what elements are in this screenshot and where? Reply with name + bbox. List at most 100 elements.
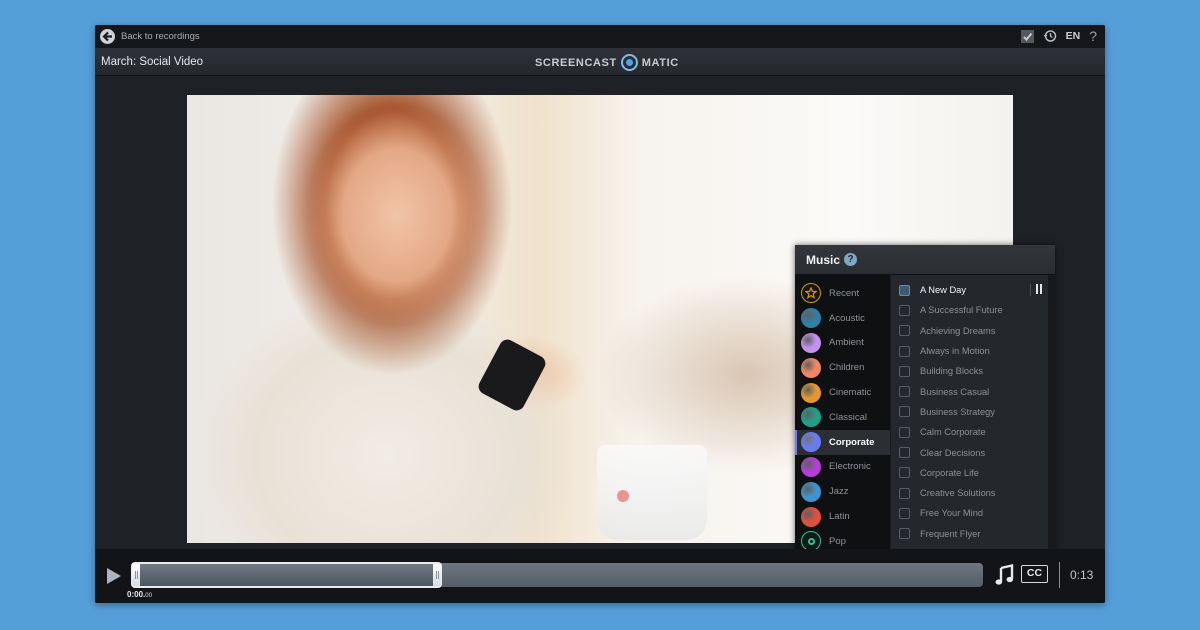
music-category-electronic[interactable]: Electronic [795,455,890,480]
language-selector[interactable]: EN [1066,30,1081,42]
music-track-item[interactable]: A New Day [891,280,1048,300]
pause-icon[interactable] [1030,284,1042,296]
track-checkbox[interactable] [899,345,910,357]
video-scene-cup [597,445,707,540]
music-category-latin[interactable]: Latin [795,504,890,529]
track-label: A New Day [920,285,966,296]
music-help-icon[interactable]: ? [844,253,857,266]
acoustic-thumb-icon [801,308,821,329]
music-category-label: Jazz [829,486,849,498]
music-track-item[interactable]: Free Your Mind [891,503,1048,523]
music-track-item[interactable]: Always in Motion [891,341,1048,361]
track-label: Corporate Life [920,467,979,478]
track-checkbox[interactable] [899,365,910,377]
children-thumb-icon [801,357,821,378]
timeline-selection[interactable] [131,562,442,588]
music-category-label: Recent [829,287,860,299]
player-controls: 0:00.00 CC 0:13 [95,549,1105,603]
track-checkbox[interactable] [899,467,910,479]
history-icon[interactable] [1043,29,1057,43]
music-category-recent[interactable]: Recent [795,281,890,306]
back-label: Back to recordings [121,31,200,42]
selection-end-handle[interactable] [433,564,441,586]
top-bar: Back to recordings EN ? [95,25,1105,48]
star-ring-icon [801,283,821,304]
closed-captions-button[interactable]: CC [1021,565,1048,583]
music-category-cinematic[interactable]: Cinematic [795,380,890,405]
track-checkbox[interactable] [899,507,910,519]
music-track-item[interactable]: A Successful Future [891,300,1048,320]
music-category-children[interactable]: Children [795,355,890,380]
track-checkbox[interactable] [899,406,910,418]
track-checkbox[interactable] [899,304,910,316]
track-label: Free Your Mind [920,508,984,519]
track-label: Business Casual [920,386,990,397]
editor-window: Back to recordings EN ? March: Social Vi… [95,25,1105,603]
track-checkbox[interactable] [899,528,910,540]
music-track-item[interactable]: Creative Solutions [891,483,1048,503]
logo-text-right: MATIC [641,56,679,69]
ambient-thumb-icon [801,332,821,353]
play-button[interactable] [107,568,121,584]
music-category-label: Children [829,362,865,374]
music-note-icon[interactable] [995,564,1015,586]
track-label: Frequent Flyer [920,528,981,539]
track-label: Calm Corporate [920,427,986,438]
track-label: Achieving Dreams [920,325,996,336]
music-category-label: Electronic [829,461,871,473]
latin-thumb-icon [801,506,821,527]
recording-title[interactable]: March: Social Video [101,56,203,68]
music-panel-header: Music ? [795,245,1055,275]
corporate-thumb-icon [801,432,821,453]
track-label: A Successful Future [920,305,1003,316]
track-checkbox[interactable] [899,325,910,337]
screencast-o-matic-logo: SCREENCAST MATIC [535,54,679,71]
selection-start-handle[interactable] [132,564,140,586]
music-category-label: Latin [829,511,850,523]
music-track-item[interactable]: Achieving Dreams [891,321,1048,341]
now-playing-icon[interactable] [899,284,910,296]
music-track-item[interactable]: Frequent Flyer [891,524,1048,544]
music-track-item[interactable]: Corporate Life [891,463,1048,483]
music-track-item[interactable]: Business Strategy [891,402,1048,422]
music-track-item[interactable]: Business Casual [891,381,1048,401]
title-bar: March: Social Video SCREENCAST MATIC [95,48,1105,76]
music-category-classical[interactable]: Classical [795,405,890,430]
track-label: Creative Solutions [920,488,996,499]
duration: 0:13 [1070,568,1094,582]
music-category-corporate[interactable]: Corporate [795,429,890,455]
help-icon[interactable]: ? [1089,29,1097,43]
track-label: Building Blocks [920,366,984,377]
music-category-acoustic[interactable]: Acoustic [795,306,890,331]
cinematic-thumb-icon [801,382,821,403]
track-checkbox[interactable] [899,386,910,398]
track-checkbox[interactable] [899,487,910,499]
electronic-thumb-icon [801,456,821,477]
music-track-item[interactable]: Calm Corporate [891,422,1048,442]
captions-check-icon[interactable] [1020,29,1034,43]
music-category-label: Acoustic [829,312,865,324]
music-category-label: Ambient [829,337,864,349]
music-category-label: Pop [829,535,846,547]
back-arrow-icon [100,29,115,44]
music-category-jazz[interactable]: Jazz [795,479,890,504]
track-checkbox[interactable] [899,426,910,438]
music-category-label: Classical [829,411,868,423]
music-track-item[interactable]: Building Blocks [891,361,1048,381]
current-time: 0:00.00 [127,590,152,599]
classical-thumb-icon [801,407,821,428]
track-label: Clear Decisions [920,447,986,458]
music-category-ambient[interactable]: Ambient [795,331,890,356]
track-checkbox[interactable] [899,447,910,459]
music-panel-title: Music [806,253,841,267]
track-label: Always in Motion [920,346,990,357]
music-track-item[interactable]: Clear Decisions [891,442,1048,462]
video-scene-phone [475,336,549,414]
music-category-label: Cinematic [829,387,872,399]
jazz-thumb-icon [801,481,821,502]
controls-divider [1059,562,1060,588]
back-to-recordings-button[interactable]: Back to recordings [100,29,200,44]
video-stage: Music ? Recent Acoustic Ambient Children Cin… [95,77,1105,603]
video-scene-cup-logo [617,490,629,502]
logo-ring-icon [620,54,638,71]
